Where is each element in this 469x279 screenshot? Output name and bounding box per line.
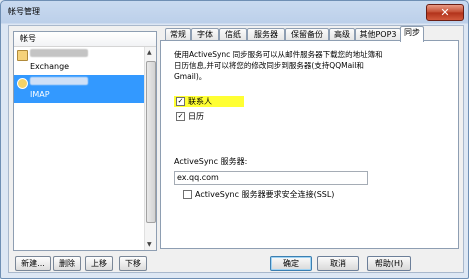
account-list-header: 帐号 (14, 32, 156, 47)
account-icon (17, 50, 28, 61)
account-manager-window: 帐号管理 ✕ 帐号 Exchange IMAP ▲ ▼ 新建... 删除 上移 … (0, 0, 469, 279)
calendar-label: 日历 (188, 112, 204, 121)
calendar-checkbox[interactable]: ✓ (176, 112, 185, 121)
dialog-body: 帐号 Exchange IMAP ▲ ▼ 新建... 删除 上移 下移 常规 字… (8, 25, 464, 273)
ssl-label: ActiveSync 服务器要求安全连接(SSL) (195, 190, 335, 199)
sync-description: 使用ActiveSync 同步服务可以从邮件服务器下载您的地址簿和日历信息,并可… (174, 50, 383, 81)
account-item-exchange[interactable]: Exchange (14, 47, 156, 75)
new-account-button[interactable]: 新建... (15, 256, 51, 271)
account-list: 帐号 Exchange IMAP ▲ ▼ (13, 31, 157, 251)
scroll-thumb[interactable] (146, 61, 156, 223)
close-button[interactable]: ✕ (426, 4, 464, 21)
help-button[interactable]: 帮助(H) (367, 256, 411, 271)
account-type-label: IMAP (30, 90, 50, 99)
delete-account-button[interactable]: 删除 (53, 256, 81, 271)
account-type-label: Exchange (30, 62, 70, 71)
move-up-button[interactable]: 上移 (85, 256, 113, 271)
ok-button[interactable]: 确定 (270, 256, 312, 271)
close-icon: ✕ (440, 6, 450, 19)
contacts-label: 联系人 (188, 97, 212, 106)
activesync-server-label: ActiveSync 服务器: (174, 157, 248, 166)
scroll-up-arrow-icon[interactable]: ▲ (147, 49, 152, 56)
title-bar[interactable]: 帐号管理 ✕ (1, 1, 468, 23)
account-name-redacted (30, 49, 88, 57)
contacts-checkbox-row[interactable]: ✓ 联系人 (174, 96, 244, 107)
account-name-redacted (30, 77, 88, 85)
account-list-scrollbar[interactable]: ▲ ▼ (144, 47, 156, 250)
tab-sync[interactable]: 同步 (400, 26, 424, 42)
scroll-down-arrow-icon[interactable]: ▼ (147, 241, 152, 248)
activesync-server-input[interactable]: ex.qq.com (174, 171, 368, 185)
cancel-button[interactable]: 取消 (317, 256, 359, 271)
sync-tab-page: 使用ActiveSync 同步服务可以从邮件服务器下载您的地址簿和日历信息,并可… (160, 40, 459, 249)
account-icon (17, 78, 28, 89)
window-title: 帐号管理 (8, 7, 40, 16)
move-down-button[interactable]: 下移 (119, 256, 147, 271)
ssl-checkbox[interactable] (183, 190, 192, 199)
contacts-checkbox[interactable]: ✓ (176, 97, 185, 106)
account-item-imap[interactable]: IMAP (14, 75, 156, 103)
